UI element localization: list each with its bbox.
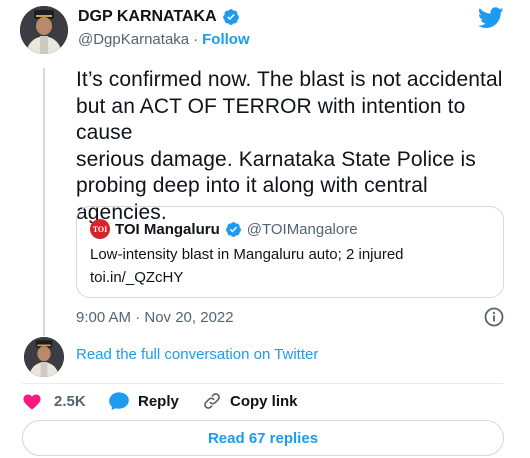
divider	[22, 383, 504, 384]
like-count: 2.5K	[54, 392, 86, 410]
verified-badge-icon	[222, 8, 240, 26]
reply-action[interactable]: Reply	[108, 391, 179, 411]
copy-link-label: Copy link	[230, 392, 298, 410]
read-replies-button[interactable]: Read 67 replies	[22, 420, 504, 456]
twitter-bird-icon[interactable]	[477, 7, 504, 34]
tweet-line: probing deep into it along with central	[76, 174, 428, 197]
conversation-avatar[interactable]	[24, 337, 64, 377]
reply-label: Reply	[138, 392, 179, 410]
thread-line	[43, 68, 45, 336]
read-replies-label: Read 67 replies	[207, 429, 319, 447]
tweet-line: serious damage. Karnataka State Police i…	[76, 147, 476, 171]
follow-button[interactable]: Follow	[202, 31, 250, 48]
heart-icon	[22, 392, 42, 410]
link-icon	[202, 391, 222, 411]
author-handle-row: @DgpKarnataka · Follow	[78, 31, 250, 48]
avatar-image	[20, 6, 68, 54]
author-name[interactable]: DGP KARNATAKA	[78, 8, 217, 26]
separator-dot: ·	[193, 31, 199, 48]
toi-logo-text: TOI	[92, 224, 108, 234]
author-name-row: DGP KARNATAKA	[78, 8, 240, 26]
avatar-image	[24, 337, 64, 377]
tweet-text: It’s confirmed now. The blast is not acc…	[76, 67, 516, 226]
author-handle[interactable]: @DgpKarnataka	[78, 31, 189, 48]
quote-text: Low-intensity blast in Mangaluru auto; 2…	[90, 246, 404, 263]
quote-author-name: TOI Mangaluru	[115, 220, 220, 238]
author-avatar[interactable]	[20, 6, 68, 54]
tweet-line: but an ACT OF TERROR with intention to c…	[76, 94, 466, 145]
read-conversation-link[interactable]: Read the full conversation on Twitter	[76, 346, 318, 363]
quote-header: TOI TOI Mangaluru @TOIMangalore	[90, 219, 358, 239]
info-icon[interactable]	[484, 307, 504, 332]
like-action[interactable]: 2.5K	[22, 392, 86, 410]
toi-logo-icon: TOI	[90, 219, 110, 239]
quote-link[interactable]: toi.in/_QZcHY	[90, 269, 183, 286]
tweet-timestamp[interactable]: 9:00 AM · Nov 20, 2022	[76, 309, 234, 326]
quote-author-handle: @TOIMangalore	[246, 220, 358, 238]
reply-bubble-icon	[108, 391, 130, 411]
quote-verified-badge-icon	[225, 221, 242, 238]
tweet-line: It’s confirmed now. The blast is not acc…	[76, 68, 503, 91]
copy-link-action[interactable]: Copy link	[202, 391, 298, 411]
quoted-tweet-card[interactable]: TOI TOI Mangaluru @TOIMangalore Low-inte…	[76, 206, 504, 298]
